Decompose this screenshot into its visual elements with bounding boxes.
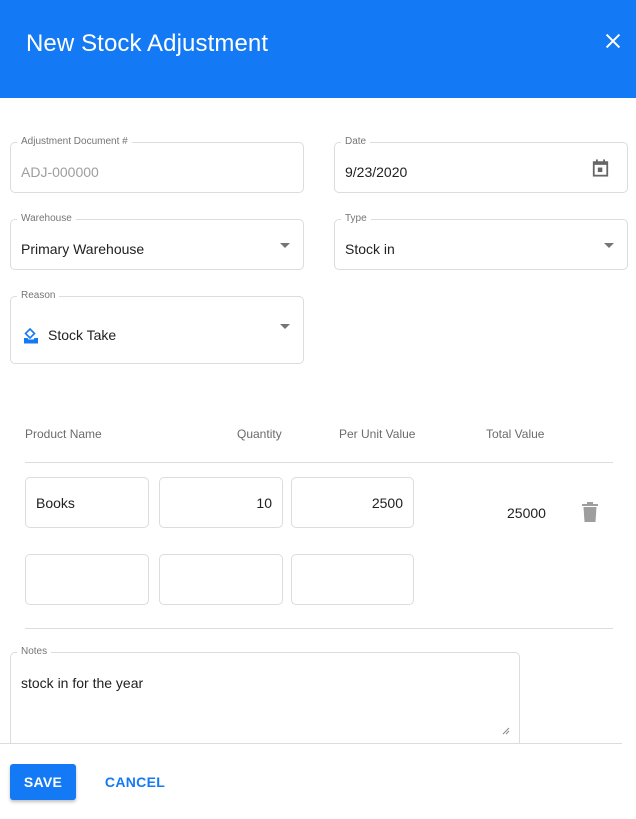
adjustment-document-label: Adjustment Document # <box>17 136 132 148</box>
total-value: 25000 <box>507 505 546 521</box>
dialog-header: New Stock Adjustment <box>0 0 636 98</box>
type-select[interactable]: Type Stock in <box>334 213 628 270</box>
date-field[interactable]: Date 9/23/2020 <box>334 136 628 193</box>
type-label: Type <box>341 213 371 225</box>
reason-select[interactable]: Reason Stock Take <box>10 290 304 364</box>
table-header-divider <box>25 462 613 463</box>
product-name-input[interactable]: Books <box>25 477 149 528</box>
type-value: Stock in <box>345 241 395 257</box>
table-footer-divider <box>25 628 613 629</box>
column-header-total-value: Total Value <box>486 427 545 441</box>
warehouse-value: Primary Warehouse <box>21 241 145 257</box>
stock-take-icon <box>24 328 38 344</box>
product-name-input[interactable] <box>25 554 149 605</box>
chevron-down-icon <box>280 243 290 248</box>
column-header-per-unit-value: Per Unit Value <box>339 427 416 441</box>
close-icon[interactable] <box>602 30 624 52</box>
chevron-down-icon <box>280 324 290 329</box>
reason-value: Stock Take <box>48 327 117 343</box>
dialog-footer: SAVE CANCEL <box>0 743 622 819</box>
quantity-input[interactable]: 10 <box>159 477 283 528</box>
notes-textarea[interactable]: Notes stock in for the year <box>10 646 520 752</box>
warehouse-select[interactable]: Warehouse Primary Warehouse <box>10 213 304 270</box>
trash-icon[interactable] <box>582 502 598 522</box>
resize-handle-icon[interactable] <box>502 727 510 735</box>
quantity-input[interactable] <box>159 554 283 605</box>
adjustment-document-value: ADJ-000000 <box>21 164 99 180</box>
column-header-quantity: Quantity <box>237 427 282 441</box>
per-unit-value-input[interactable]: 2500 <box>291 477 414 528</box>
notes-value: stock in for the year <box>21 675 144 691</box>
date-value: 9/23/2020 <box>345 164 408 180</box>
per-unit-value-input[interactable] <box>291 554 414 605</box>
warehouse-label: Warehouse <box>17 213 76 225</box>
column-header-product-name: Product Name <box>25 427 102 441</box>
notes-label: Notes <box>17 646 52 658</box>
date-label: Date <box>341 136 371 148</box>
reason-label: Reason <box>17 290 60 302</box>
calendar-icon[interactable] <box>592 159 609 177</box>
cancel-button[interactable]: CANCEL <box>100 764 170 800</box>
dialog-title: New Stock Adjustment <box>26 30 269 57</box>
chevron-down-icon <box>604 243 614 248</box>
adjustment-document-field[interactable]: Adjustment Document # ADJ-000000 <box>10 136 304 193</box>
save-button[interactable]: SAVE <box>10 764 76 800</box>
